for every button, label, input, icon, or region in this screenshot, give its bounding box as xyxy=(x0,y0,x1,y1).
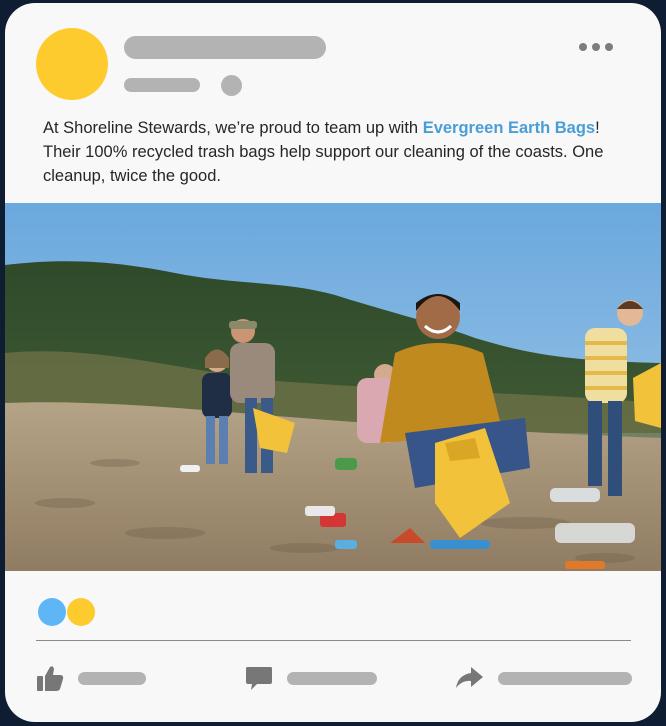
audience-icon xyxy=(221,75,242,96)
dot xyxy=(592,43,600,51)
share-button[interactable] xyxy=(454,663,632,693)
avatar[interactable] xyxy=(36,28,108,100)
reaction-summary[interactable] xyxy=(38,598,98,628)
like-label-placeholder xyxy=(78,671,146,685)
post-text-before: At Shoreline Stewards, we’re proud to te… xyxy=(43,119,423,137)
post-text: At Shoreline Stewards, we’re proud to te… xyxy=(43,116,641,188)
dot xyxy=(579,43,587,51)
post-photo[interactable] xyxy=(5,203,661,571)
more-options-icon[interactable] xyxy=(579,39,613,55)
dot xyxy=(605,43,613,51)
author-name-placeholder[interactable] xyxy=(124,36,326,59)
comment-icon xyxy=(246,667,272,690)
share-arrow-icon xyxy=(456,667,483,688)
timestamp-placeholder xyxy=(124,78,200,92)
like-button[interactable] xyxy=(36,663,146,693)
share-label-placeholder xyxy=(498,671,632,685)
comment-button[interactable] xyxy=(245,663,377,693)
like-reaction-icon xyxy=(38,598,66,626)
love-reaction-icon xyxy=(67,598,95,626)
comment-label-placeholder xyxy=(287,671,377,685)
thumbs-up-icon xyxy=(37,666,64,691)
divider xyxy=(36,640,631,641)
post-card: At Shoreline Stewards, we’re proud to te… xyxy=(5,3,661,722)
brand-link[interactable]: Evergreen Earth Bags xyxy=(423,119,595,137)
